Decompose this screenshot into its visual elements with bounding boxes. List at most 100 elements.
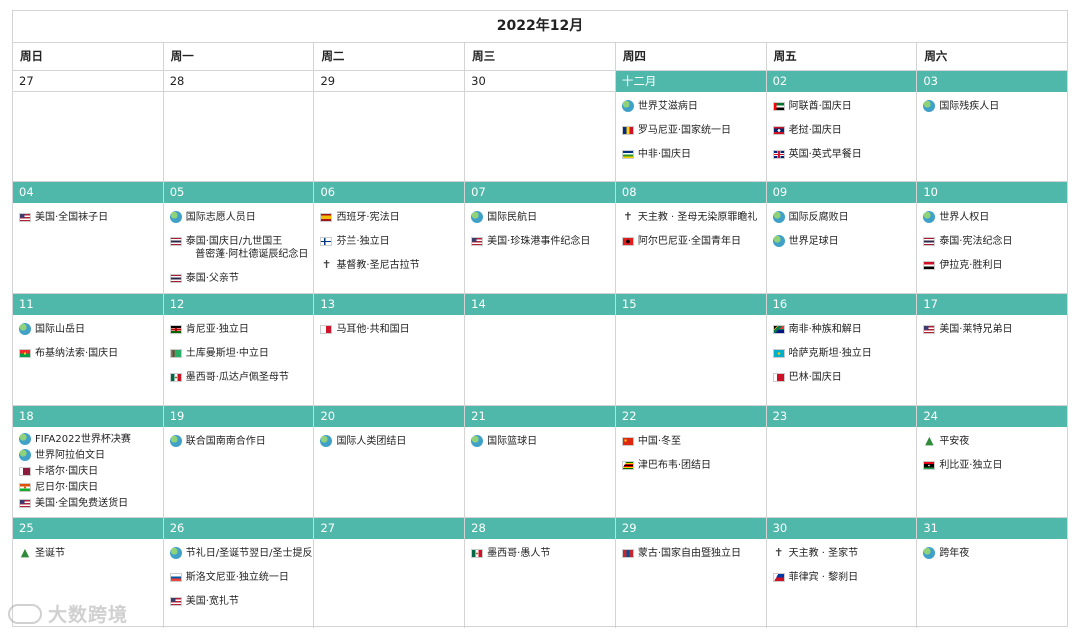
calendar-event[interactable]: 泰国·国庆日/九世国王 普密蓬·阿杜德诞辰纪念日 (169, 235, 314, 261)
calendar-day-cell[interactable]: 28 (163, 71, 315, 181)
calendar-day-cell[interactable]: 30 ✝ 天主教 · 圣家节 菲律宾 · 黎刹日 (766, 518, 918, 628)
calendar-event[interactable]: 美国·全国袜子日 (19, 211, 163, 224)
calendar-event[interactable]: 节礼日/圣诞节翌日/圣士提反日 (169, 547, 313, 560)
calendar-event[interactable]: 国际山岳日 (19, 323, 163, 336)
calendar-day-cell[interactable]: 23 (766, 406, 918, 517)
calendar-event[interactable]: 国际人类团结日 (320, 435, 464, 448)
calendar-day-cell[interactable]: 27 (314, 518, 466, 628)
calendar-day-cell[interactable]: 07 国际民航日 美国·珍珠港事件纪念日 (465, 182, 616, 293)
calendar-event[interactable]: 英国·英式早餐日 (772, 148, 917, 161)
calendar-event[interactable]: 世界阿拉伯文日 (19, 449, 163, 462)
calendar-event[interactable]: 布基纳法索·国庆日 (19, 347, 163, 360)
day-events: 肯尼亚·独立日 土库曼斯坦·中立日 墨西哥·瓜达卢佩圣母节 (164, 315, 314, 384)
calendar-event[interactable]: 西班牙·宪法日 (320, 211, 464, 224)
calendar-day-cell[interactable]: 06 西班牙·宪法日 芬兰·独立日 ✝ 基督教·圣尼古拉节 (314, 182, 466, 293)
calendar-event[interactable]: 美国·珍珠港事件纪念日 (471, 235, 615, 248)
calendar-event[interactable]: 津巴布韦·团结日 (621, 459, 766, 472)
calendar-day-cell[interactable]: 20 国际人类团结日 (314, 406, 466, 517)
calendar-event[interactable]: 肯尼亚·独立日 (169, 323, 314, 336)
calendar-event[interactable]: 哈萨克斯坦·独立日 (772, 347, 917, 360)
calendar-event[interactable]: 卡塔尔·国庆日 (19, 465, 163, 478)
calendar-event[interactable]: 斯洛文尼亚·独立统一日 (169, 571, 314, 584)
calendar-event[interactable]: 菲律宾 · 黎刹日 (772, 571, 917, 584)
calendar-event[interactable]: 阿联酋·国庆日 (772, 100, 917, 113)
calendar-day-cell[interactable]: 29 蒙古·国家自由暨独立日 (615, 518, 767, 628)
calendar-day-cell[interactable]: 02 阿联酋·国庆日 老挝·国庆日 英国·英式早餐日 (766, 71, 918, 181)
calendar-event[interactable]: 土库曼斯坦·中立日 (169, 347, 314, 360)
calendar-day-cell[interactable]: 27 (13, 71, 164, 181)
calendar-event[interactable]: 美国·莱特兄弟日 (923, 323, 1067, 336)
flag-romania-icon (621, 126, 634, 135)
calendar-event[interactable]: 国际反腐败日 (772, 211, 917, 224)
calendar-event[interactable]: FIFA2022世界杯决赛 (19, 433, 163, 446)
calendar-event[interactable]: 利比亚·独立日 (923, 459, 1067, 472)
calendar-event[interactable]: 美国·宽扎节 (169, 595, 314, 608)
calendar-day-cell[interactable]: 30 (465, 71, 616, 181)
calendar-event[interactable]: 世界人权日 (923, 211, 1067, 224)
calendar-day-cell[interactable]: 31 跨年夜 (917, 518, 1068, 628)
calendar-event[interactable]: ✝ 天主教 · 圣母无染原罪瞻礼 (622, 211, 766, 224)
calendar-day-cell[interactable]: 16 南非·种族和解日 哈萨克斯坦·独立日 巴林·国庆日 (766, 294, 918, 405)
calendar-day-cell[interactable]: 十二月世界艾滋病日罗马尼亚·国家统一日 中非·国庆日 (615, 71, 767, 181)
calendar-day-cell[interactable]: 10 世界人权日 泰国·宪法纪念日 伊拉克·胜利日 (917, 182, 1068, 293)
calendar-day-cell[interactable]: 15 (615, 294, 767, 405)
calendar-event[interactable]: ▲ 圣诞节 (19, 547, 163, 560)
calendar-day-cell[interactable]: 22 中国·冬至 津巴布韦·团结日 (615, 406, 767, 517)
calendar-event[interactable]: 中非·国庆日 (621, 148, 766, 161)
calendar-event[interactable]: 芬兰·独立日 (320, 235, 464, 248)
day-events: ✝ 天主教 · 圣母无染原罪瞻礼 阿尔巴尼亚·全国青年日 (616, 203, 766, 248)
event-label: 世界艾滋病日 (637, 101, 698, 112)
calendar-day-cell[interactable]: 08 ✝ 天主教 · 圣母无染原罪瞻礼 阿尔巴尼亚·全国青年日 (615, 182, 767, 293)
flag-mexico-icon (169, 373, 182, 382)
calendar-event[interactable]: 世界足球日 (772, 235, 917, 248)
calendar-event[interactable]: 阿尔巴尼亚·全国青年日 (621, 235, 766, 248)
calendar-day-cell[interactable]: 05 国际志愿人员日 泰国·国庆日/九世国王 普密蓬·阿杜德诞辰纪念日 泰国·父亲节 (163, 182, 315, 293)
day-number: 27 (13, 71, 163, 92)
calendar-event[interactable]: 国际残疾人日 (923, 100, 1067, 113)
calendar-event[interactable]: 国际民航日 (471, 211, 615, 224)
calendar-day-cell[interactable]: 11 国际山岳日 布基纳法索·国庆日 (13, 294, 164, 405)
calendar-event[interactable]: 巴林·国庆日 (772, 371, 917, 384)
calendar-day-cell[interactable]: 03 国际残疾人日 (917, 71, 1068, 181)
calendar-event[interactable]: 罗马尼亚·国家统一日 (621, 124, 766, 137)
calendar-day-cell[interactable]: 09 国际反腐败日 世界足球日 (766, 182, 918, 293)
calendar-event[interactable]: 尼日尔·国庆日 (19, 481, 163, 494)
calendar-day-cell[interactable]: 29 (314, 71, 466, 181)
calendar-day-cell[interactable]: 14 (465, 294, 616, 405)
calendar-event[interactable]: 南非·种族和解日 (772, 323, 917, 336)
calendar-event[interactable]: ✝ 基督教·圣尼古拉节 (320, 259, 464, 272)
calendar-event[interactable]: 伊拉克·胜利日 (923, 259, 1067, 272)
calendar-event[interactable]: 泰国·父亲节 (169, 272, 314, 285)
day-number: 十二月 (615, 71, 766, 92)
calendar-day-cell[interactable]: 19 联合国南南合作日 (163, 406, 315, 517)
calendar-event[interactable]: 美国·全国免费送货日 (19, 497, 163, 510)
calendar-day-cell[interactable]: 26 节礼日/圣诞节翌日/圣士提反日 斯洛文尼亚·独立统一日 美国·宽扎节 (163, 518, 315, 628)
calendar-day-cell[interactable]: 04 美国·全国袜子日 (13, 182, 164, 293)
calendar-day-cell[interactable]: 18 FIFA2022世界杯决赛 世界阿拉伯文日 卡塔尔·国庆日 尼日尔·国庆日 美国·全… (13, 406, 164, 517)
day-number: 25 (13, 518, 163, 539)
event-label: 泰国·父亲节 (185, 273, 239, 284)
calendar-event[interactable]: ▲ 平安夜 (923, 435, 1067, 448)
calendar-event[interactable]: ✝ 天主教 · 圣家节 (773, 547, 917, 560)
calendar-event[interactable]: 墨西哥·瓜达卢佩圣母节 (169, 371, 314, 384)
calendar-event[interactable]: 跨年夜 (923, 547, 1067, 560)
calendar-day-cell[interactable]: 12 肯尼亚·独立日 土库曼斯坦·中立日 墨西哥·瓜达卢佩圣母节 (163, 294, 315, 405)
calendar-event[interactable]: 老挝·国庆日 (772, 124, 917, 137)
calendar-event[interactable]: 中国·冬至 (621, 435, 766, 448)
calendar-event[interactable]: 蒙古·国家自由暨独立日 (621, 547, 766, 560)
calendar-day-cell[interactable]: 28 墨西哥·愚人节 (465, 518, 616, 628)
calendar-event[interactable]: 马耳他·共和国日 (320, 323, 464, 336)
calendar-day-cell[interactable]: 24 ▲ 平安夜 利比亚·独立日 (917, 406, 1068, 517)
calendar-event[interactable]: 国际志愿人员日 (169, 211, 314, 224)
calendar-event[interactable]: 世界艾滋病日 (621, 100, 766, 113)
calendar-event[interactable]: 国际篮球日 (471, 435, 615, 448)
calendar-day-cell[interactable]: 21 国际篮球日 (465, 406, 616, 517)
event-label: 美国·莱特兄弟日 (939, 324, 1013, 335)
event-label: 国际山岳日 (35, 324, 85, 335)
calendar-day-cell[interactable]: 13 马耳他·共和国日 (314, 294, 466, 405)
calendar-event[interactable]: 墨西哥·愚人节 (471, 547, 615, 560)
calendar-day-cell[interactable]: 17 美国·莱特兄弟日 (917, 294, 1068, 405)
globe-icon (169, 547, 182, 559)
calendar-event[interactable]: 泰国·宪法纪念日 (923, 235, 1067, 248)
calendar-event[interactable]: 联合国南南合作日 (169, 435, 314, 448)
